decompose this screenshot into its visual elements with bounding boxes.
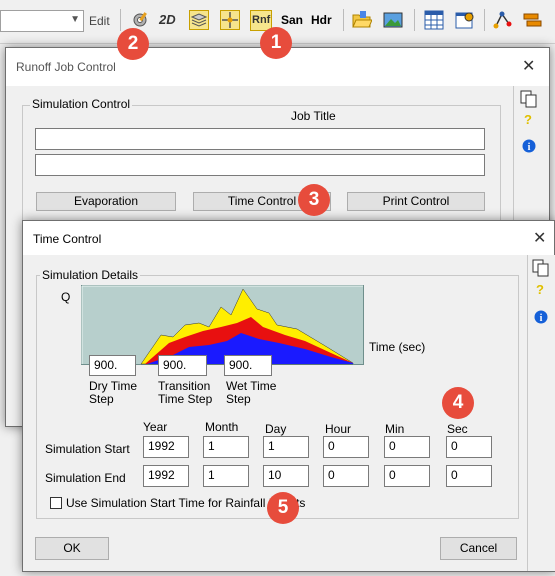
- simulation-start-label: Simulation Start: [45, 442, 130, 456]
- print-control-button[interactable]: Print Control: [347, 192, 485, 211]
- toolbar-separator: [343, 9, 344, 31]
- toolbar-combo[interactable]: ▼: [0, 10, 84, 32]
- toolbar-separator: [414, 9, 415, 31]
- evaporation-button[interactable]: Evaporation: [36, 192, 176, 211]
- wet-time-step-field[interactable]: 900.: [224, 355, 272, 376]
- hydrograph-image: [81, 285, 364, 365]
- job-title-line-2[interactable]: [35, 154, 485, 176]
- time-window-title: Time Control: [33, 232, 102, 246]
- column-header-sec: Sec: [447, 422, 468, 436]
- close-icon[interactable]: ✕: [522, 56, 535, 76]
- runoff-window-title: Runoff Job Control: [16, 60, 116, 74]
- end-day-field[interactable]: 10: [263, 465, 309, 487]
- wet-time-step-label: Wet Time Step: [226, 379, 277, 406]
- end-min-field[interactable]: 0: [384, 465, 430, 487]
- pipe-tools-icon[interactable]: [522, 10, 542, 30]
- end-hour-field[interactable]: 0: [323, 465, 369, 487]
- view-2d-label: 2D: [159, 12, 176, 27]
- toolbar-separator: [484, 9, 485, 31]
- table-icon[interactable]: [424, 10, 444, 30]
- start-sec-field[interactable]: 0: [446, 436, 492, 458]
- column-header-hour: Hour: [325, 422, 352, 436]
- settings-tool-icon[interactable]: [130, 10, 150, 30]
- properties-icon[interactable]: [455, 10, 475, 30]
- start-hour-field[interactable]: 0: [323, 436, 369, 458]
- simulation-control-label: Simulation Control: [30, 97, 133, 111]
- transition-time-step-label: Transition Time Step: [158, 379, 213, 406]
- job-title-label: Job Title: [291, 109, 336, 123]
- copy-icon[interactable]: [520, 90, 538, 108]
- start-month-field[interactable]: 1: [203, 436, 249, 458]
- edit-label[interactable]: Edit: [89, 14, 110, 28]
- ok-button[interactable]: OK: [35, 537, 109, 560]
- rainfall-start-time-checkbox[interactable]: [50, 497, 62, 509]
- annotation-badge-3: 3: [298, 184, 330, 216]
- transition-time-step-field[interactable]: 900.: [158, 355, 207, 376]
- q-axis-label: Q: [61, 290, 71, 304]
- crosshair-icon[interactable]: [220, 10, 240, 30]
- start-day-field[interactable]: 1: [263, 436, 309, 458]
- close-icon[interactable]: ✕: [533, 228, 546, 248]
- end-year-field[interactable]: 1992: [143, 465, 189, 487]
- view-2d-icon[interactable]: 2D: [158, 10, 178, 30]
- column-header-year: Year: [143, 420, 168, 434]
- start-year-field[interactable]: 1992: [143, 436, 189, 458]
- sanitary-button[interactable]: San: [281, 13, 303, 27]
- runoff-button-label: Rnf: [252, 14, 271, 26]
- time-axis-label: Time (sec): [369, 340, 426, 354]
- time-window-sidebar: ? i: [527, 255, 555, 571]
- chevron-down-icon: ▼: [70, 14, 80, 25]
- help-icon[interactable]: ?: [524, 112, 532, 127]
- toolbar-separator: [120, 9, 121, 31]
- svg-text:i: i: [528, 142, 531, 153]
- copy-icon[interactable]: [532, 259, 550, 277]
- info-icon[interactable]: i: [522, 139, 536, 153]
- column-header-month: Month: [205, 420, 239, 434]
- simulation-details-label: Simulation Details: [40, 268, 141, 282]
- annotation-badge-2: 2: [117, 28, 149, 60]
- annotation-badge-4: 4: [442, 387, 474, 419]
- image-icon[interactable]: [383, 10, 403, 30]
- annotation-badge-5: 5: [267, 492, 299, 524]
- column-header-min: Min: [385, 422, 405, 436]
- job-title-line-1[interactable]: [35, 128, 485, 150]
- dry-time-step-field[interactable]: 900.: [89, 355, 136, 376]
- open-folder-icon[interactable]: [352, 10, 372, 30]
- network-icon[interactable]: [492, 10, 512, 30]
- layers-icon[interactable]: [189, 10, 209, 30]
- column-header-day: Day: [265, 422, 287, 436]
- svg-text:i: i: [540, 313, 543, 324]
- end-sec-field[interactable]: 0: [446, 465, 492, 487]
- end-month-field[interactable]: 1: [203, 465, 249, 487]
- hydraulics-button[interactable]: Hdr: [311, 13, 332, 27]
- start-min-field[interactable]: 0: [384, 436, 430, 458]
- time-window-titlebar[interactable]: Time Control ✕: [23, 221, 554, 255]
- annotation-badge-1: 1: [260, 27, 292, 59]
- info-icon[interactable]: i: [534, 310, 548, 324]
- dry-time-step-label: Dry Time Step: [89, 379, 137, 406]
- help-icon[interactable]: ?: [536, 282, 544, 297]
- simulation-end-label: Simulation End: [45, 471, 126, 485]
- cancel-button[interactable]: Cancel: [440, 537, 517, 560]
